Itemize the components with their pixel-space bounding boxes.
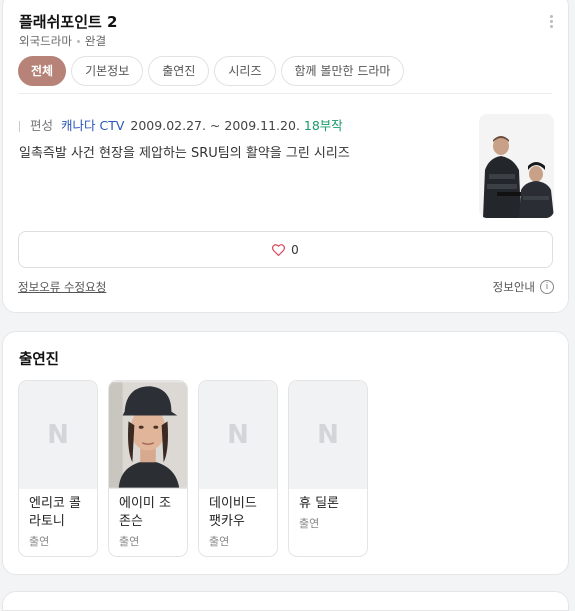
broadcast-label: 편성 — [30, 118, 54, 133]
status-label: 완결 — [84, 34, 107, 48]
tab-all[interactable]: 전체 — [18, 56, 67, 86]
tab-series[interactable]: 시리즈 — [214, 56, 276, 86]
cast-card: 출연진 N 엔리코 콜라토니 출연 에이미 조 존슨 출연 N 데이비드 팻카우… — [2, 331, 569, 575]
more-options-icon[interactable] — [550, 15, 554, 30]
cast-role: 출연 — [299, 517, 320, 530]
cast-name: 데이비드 팻카우 — [209, 496, 257, 529]
divider — [19, 93, 552, 94]
profile-photo-illustration — [109, 382, 187, 488]
cast-name: 휴 딜론 — [299, 496, 340, 511]
info-guide-label: 정보안내 — [492, 280, 535, 294]
report-error-link[interactable]: 정보오류 수정요청 — [18, 279, 106, 295]
info-guide-link[interactable]: 정보안내 i — [493, 279, 554, 295]
network-link[interactable]: 캐나다 CTV — [61, 118, 124, 133]
n-logo-icon: N — [317, 420, 339, 450]
tab-basic-info[interactable]: 기본정보 — [71, 56, 144, 86]
program-subinfo: 외국드라마 완결 — [19, 33, 106, 49]
program-description: 일촉즉발 사건 현장을 제압하는 SRU팀의 활약을 그린 시리즈 — [19, 146, 350, 161]
cast-item[interactable]: 에이미 조 존슨 출연 — [108, 380, 188, 557]
profile-placeholder: N — [289, 381, 367, 489]
like-button[interactable]: 0 — [18, 231, 553, 268]
next-section-card — [2, 591, 569, 611]
category-label: 외국드라마 — [19, 34, 72, 48]
n-logo-icon: N — [47, 420, 69, 450]
cast-item[interactable]: N 데이비드 팻카우 출연 — [198, 380, 278, 557]
cast-name: 에이미 조 존슨 — [119, 496, 171, 529]
info-bar — [19, 121, 20, 132]
cast-name: 엔리코 콜라토니 — [29, 496, 81, 529]
profile-placeholder: N — [19, 381, 97, 489]
cast-item[interactable]: N 엔리코 콜라토니 출연 — [18, 380, 98, 557]
tab-recommended[interactable]: 함께 볼만한 드라마 — [280, 56, 405, 86]
broadcast-info: 편성 캐나다 CTV 2009.02.27. ~ 2009.11.20. 18부작 — [19, 115, 343, 134]
cast-role: 출연 — [119, 535, 140, 548]
separator-dot — [76, 40, 80, 43]
cast-list: N 엔리코 콜라토니 출연 에이미 조 존슨 출연 N 데이비드 팻카우 출연 … — [18, 380, 368, 557]
program-info-card: 플래쉬포인트 2 외국드라마 완결 전체 기본정보 출연진 시리즈 함께 볼만한 … — [2, 0, 569, 313]
cast-role: 출연 — [29, 535, 50, 548]
broadcast-period: 2009.02.27. ~ 2009.11.20. — [130, 118, 300, 133]
heart-icon — [272, 243, 286, 256]
cast-role: 출연 — [209, 535, 230, 548]
episode-count: 18부작 — [303, 118, 343, 133]
cast-section-title: 출연진 — [19, 352, 60, 368]
tab-cast[interactable]: 출연진 — [148, 56, 210, 86]
profile-photo — [109, 381, 187, 489]
program-title[interactable]: 플래쉬포인트 2 — [19, 11, 117, 32]
info-icon: i — [540, 280, 554, 294]
like-count: 0 — [291, 242, 299, 257]
cast-item[interactable]: N 휴 딜론 출연 — [288, 380, 368, 557]
tab-bar: 전체 기본정보 출연진 시리즈 함께 볼만한 드라마 — [18, 56, 405, 86]
profile-placeholder: N — [199, 381, 277, 489]
poster-image[interactable] — [479, 114, 554, 218]
poster-illustration — [479, 114, 554, 218]
n-logo-icon: N — [227, 420, 249, 450]
